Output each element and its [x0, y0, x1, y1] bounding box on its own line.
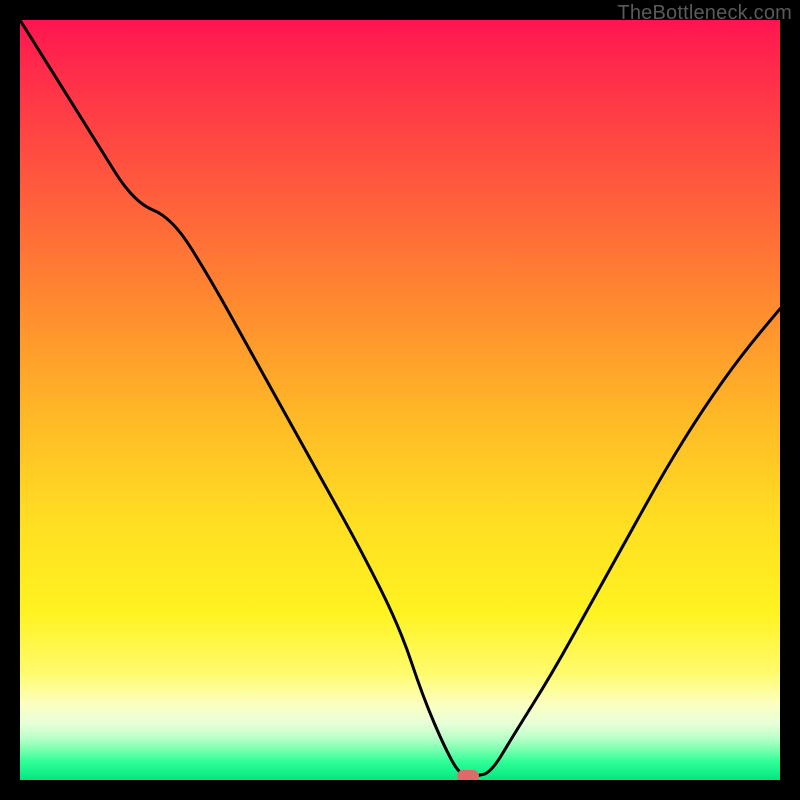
watermark-text: TheBottleneck.com	[617, 2, 792, 25]
chart-frame: TheBottleneck.com	[0, 0, 800, 800]
bottleneck-curve	[20, 20, 780, 780]
optimal-point-marker	[457, 770, 479, 780]
plot-area	[20, 20, 780, 780]
